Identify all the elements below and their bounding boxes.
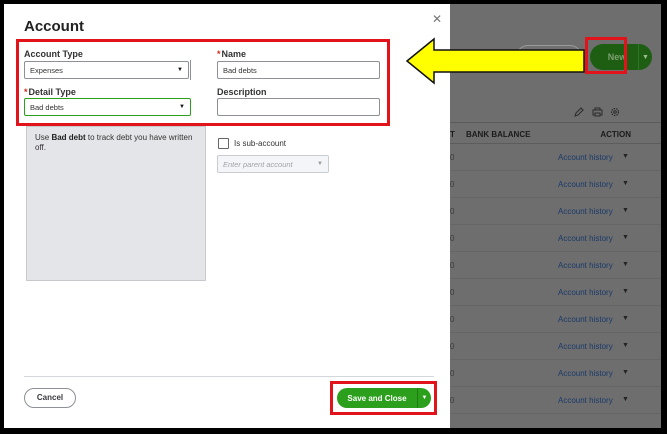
help-text-pre: Use [35, 133, 52, 142]
gear-icon[interactable] [610, 104, 620, 117]
account-history-link[interactable]: Account history [558, 153, 613, 162]
chevron-down-icon[interactable]: ▼ [622, 153, 629, 160]
table-row: 0 Account history ▼ [450, 252, 661, 279]
row-partial-value: 0 [450, 369, 455, 378]
column-action: ACTION [600, 130, 631, 139]
row-partial-value: 0 [450, 207, 455, 216]
chevron-down-icon[interactable]: ▼ [622, 369, 629, 376]
chevron-down-icon[interactable]: ▼ [622, 180, 629, 187]
account-history-link[interactable]: Account history [558, 180, 613, 189]
row-partial-value: 0 [450, 315, 455, 324]
row-partial-value: 0 [450, 342, 455, 351]
sub-account-label: Is sub-account [234, 139, 287, 148]
row-partial-value: 0 [450, 153, 455, 162]
row-partial-value: 0 [450, 261, 455, 270]
account-history-link[interactable]: Account history [558, 261, 613, 270]
chevron-down-icon[interactable]: ▼ [622, 234, 629, 241]
chevron-down-icon[interactable]: ▼ [638, 44, 652, 70]
table-row: 0 Account history ▼ [450, 360, 661, 387]
table-row: 0 Account history ▼ [450, 144, 661, 171]
parent-account-select[interactable]: Enter parent account ▼ [217, 155, 329, 173]
cancel-button[interactable]: Cancel [24, 388, 76, 408]
account-history-link[interactable]: Account history [558, 342, 613, 351]
background-toolbar [574, 104, 620, 117]
table-row: 0 Account history ▼ [450, 171, 661, 198]
help-text-bold: Bad debt [51, 133, 86, 142]
chevron-down-icon: ▼ [317, 161, 323, 167]
annotation-box-save [330, 381, 437, 415]
column-bank-balance: BANK BALANCE [466, 130, 531, 139]
close-icon[interactable]: ✕ [432, 12, 442, 26]
annotation-box-new [585, 37, 627, 74]
row-partial-value: 0 [450, 396, 455, 405]
account-history-link[interactable]: Account history [558, 288, 613, 297]
table-header: T BANK BALANCE ACTION [450, 122, 661, 144]
dialog-title: Account [24, 18, 84, 35]
column-partial: T [450, 130, 455, 139]
account-history-link[interactable]: Account history [558, 315, 613, 324]
pencil-icon[interactable] [574, 104, 584, 117]
table-row: 0 Account history ▼ [450, 279, 661, 306]
annotation-box-fields [16, 39, 390, 126]
printer-icon[interactable] [592, 104, 603, 117]
detail-type-help: Use Bad debt to track debt you have writ… [26, 126, 206, 281]
table-row: 0 Account history ▼ [450, 225, 661, 252]
account-history-link[interactable]: Account history [558, 369, 613, 378]
chevron-down-icon[interactable]: ▼ [622, 342, 629, 349]
chevron-down-icon[interactable]: ▼ [622, 207, 629, 214]
chevron-down-icon[interactable]: ▼ [622, 396, 629, 403]
chevron-down-icon[interactable]: ▼ [622, 261, 629, 268]
row-partial-value: 0 [450, 180, 455, 189]
account-history-link[interactable]: Account history [558, 234, 613, 243]
row-partial-value: 0 [450, 288, 455, 297]
account-history-link[interactable]: Account history [558, 396, 613, 405]
row-partial-value: 0 [450, 234, 455, 243]
footer-divider [24, 376, 434, 377]
chevron-down-icon[interactable]: ▼ [622, 288, 629, 295]
account-history-link[interactable]: Account history [558, 207, 613, 216]
parent-account-placeholder: Enter parent account [223, 160, 293, 169]
table-row: 0 Account history ▼ [450, 387, 661, 414]
annotation-arrow-icon [405, 37, 585, 85]
chevron-down-icon[interactable]: ▼ [622, 315, 629, 322]
table-row: 0 Account history ▼ [450, 198, 661, 225]
table-row: 0 Account history ▼ [450, 306, 661, 333]
screenshot-frame: New ▼ T BANK BALANCE ACTION 0 Account his… [4, 4, 661, 428]
sub-account-checkbox[interactable] [218, 138, 229, 149]
table-row: 0 Account history ▼ [450, 333, 661, 360]
